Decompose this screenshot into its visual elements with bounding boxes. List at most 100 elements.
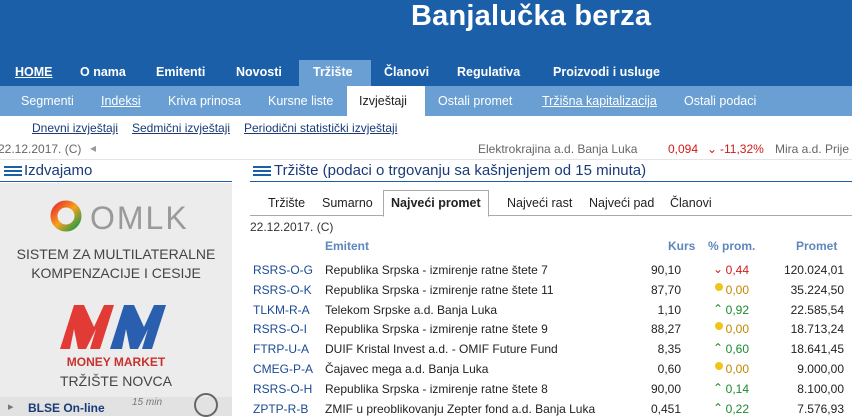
change-percent: 0,00 [725,282,749,297]
turnover-value: 22.585,54 [790,302,844,317]
sub-nav: Segmenti Indeksi Kriva prinosa Kursne li… [0,86,852,116]
sidebar-featured: OMLK SISTEM ZA MULTILATERALNE KOMPENZACI… [0,183,232,417]
clock-icon [194,393,218,417]
subnav-ostali-podaci[interactable]: Ostali podaci [684,94,756,108]
main-nav: HOME O nama Emitenti Novosti Tržište Čla… [0,60,852,86]
subnav-kursne-liste[interactable]: Kursne liste [268,94,333,108]
change-percent: 0,60 [725,342,749,357]
table-row[interactable]: RSRS-O-I Republika Srpska - izmirenje rat… [250,320,852,340]
tab-trziste[interactable]: Tržište [268,196,305,210]
table-row[interactable]: RSRS-O-H Republika Srpska - izmirenje rat… [250,380,852,400]
security-code-link[interactable]: RSRS-O-K [253,283,312,297]
turnover-value: 35.224,50 [790,282,844,297]
nav-novosti[interactable]: Novosti [236,65,282,79]
omlk-caption: SISTEM ZA MULTILATERALNE KOMPENZACIJE I … [16,246,216,281]
table-row[interactable]: CMEG-P-A Čajavec mega a.d. Banja Luka 0,60… [250,360,852,380]
issuer-name: Republika Srpska - izmirenje ratne štete… [325,282,554,297]
price-ticker: 22.12.2017. (C) ◂ Elektrokrajina a.d. Ba… [0,138,852,160]
subnav-indeksi[interactable]: Indeksi [101,94,141,108]
ticker-date: 22.12.2017. (C) [0,142,82,156]
blse-online-label: BLSE On-line [28,401,105,415]
issuer-name: DUIF Kristal Invest a.d. - OMIF Future F… [325,342,558,357]
price-value: 0,60 [657,362,681,376]
money-market-label: MONEY MARKET [66,355,166,369]
change-percent: 0,92 [725,302,749,317]
ticker-item2-name[interactable]: Mira a.d. Prije [775,142,849,156]
down-arrow-icon: ⌄ [713,262,724,276]
change-percent: 0,22 [725,401,749,416]
security-code-link[interactable]: RSRS-O-H [253,382,312,396]
market-title: Tržište (podaci o trgovanju sa kašnjenje… [274,162,647,179]
up-arrow-icon: ⌃ [713,400,724,415]
omlk-logo[interactable]: OMLK [50,199,190,233]
ticker-back-icon[interactable]: ◂ [90,141,96,155]
up-arrow-icon: ⌃ [713,380,724,395]
security-code-link[interactable]: RSRS-O-I [253,322,307,336]
turnover-value: 7.576,93 [797,401,844,416]
col-promet[interactable]: Promet [796,239,837,253]
nav-o-nama[interactable]: O nama [80,65,126,79]
col-kurs[interactable]: Kurs [668,239,695,253]
up-arrow-icon: ⌃ [713,301,724,316]
site-title: Banjalučka berza [411,0,652,32]
security-code-link[interactable]: CMEG-P-A [253,362,313,376]
table-row[interactable]: RSRS-O-K Republika Srpska - izmirenje rat… [250,281,852,301]
security-code-link[interactable]: FTRP-U-A [253,342,309,356]
security-code-link[interactable]: ZPTP-R-B [253,402,308,416]
nav-regulativa[interactable]: Regulativa [457,65,520,79]
col-pct[interactable]: % prom. [708,239,755,253]
subnav-kriva-prinosa[interactable]: Kriva prinosa [168,94,241,108]
up-arrow-icon: ⌃ [713,341,724,356]
report-nav: Dnevni izvještaji Sedmični izvještaji Pe… [0,116,852,138]
table-row[interactable]: TLKM-R-A Telekom Srpske a.d. Banja Luka 1,… [250,301,852,321]
table-row[interactable]: RSRS-O-G Republika Srpska - izmirenje rat… [250,261,852,281]
col-emitent[interactable]: Emitent [325,239,369,253]
change-percent: 0,14 [725,381,749,396]
unchanged-dot-icon [715,322,723,331]
price-value: 88,27 [650,322,681,337]
table-row[interactable]: ZPTP-R-B ZMIF u preoblikovanju Zepter fon… [250,400,852,420]
delay-note: 15 min [132,397,163,408]
subnav-izvjestaji[interactable]: Izvještaji [359,94,407,108]
nav-trziste[interactable]: Tržište [313,65,353,79]
list-icon [4,166,22,178]
ticker-item-name[interactable]: Elektrokrajina a.d. Banja Luka [478,142,637,156]
change-percent: 0,00 [725,362,749,376]
link-periodicni-izvjestaji[interactable]: Periodični statistički izvještaji [244,121,397,135]
nav-clanovi[interactable]: Članovi [384,65,429,79]
security-code-link[interactable]: RSRS-O-G [253,263,313,277]
tab-clanovi[interactable]: Članovi [670,196,712,210]
issuer-name: Republika Srpska - izmirenje ratne štete… [325,322,548,337]
omlk-logo-text: OMLK [90,200,189,233]
link-dnevni-izvjestaji[interactable]: Dnevni izvještaji [32,121,118,135]
blse-online-bar[interactable]: ▸ BLSE On-line 15 min [0,393,232,417]
nav-home[interactable]: HOME [15,65,53,79]
price-value: 90,00 [650,381,681,396]
issuer-name: Čajavec mega a.d. Banja Luka [325,362,489,376]
price-value: 0,451 [650,401,681,416]
nav-proizvodi[interactable]: Proizvodi i usluge [553,65,660,79]
subnav-trzisna-kapitalizacija[interactable]: Tržišna kapitalizacija [542,94,657,108]
turnover-value: 18.713,24 [790,322,844,337]
price-value: 87,70 [650,282,681,297]
link-sedmicni-izvjestaji[interactable]: Sedmični izvještaji [132,121,230,135]
subnav-segmenti[interactable]: Segmenti [21,94,74,108]
nav-emitenti[interactable]: Emitenti [156,65,205,79]
tab-najveci-rast[interactable]: Najveći rast [507,196,572,210]
unchanged-dot-icon [715,282,723,291]
tab-najveci-pad[interactable]: Najveći pad [589,196,654,210]
site-header: Banjalučka berza [0,0,852,60]
change-percent: 0,00 [725,322,749,337]
tab-sumarno[interactable]: Sumarno [322,196,373,210]
play-icon: ▸ [8,401,14,413]
tab-najveci-promet[interactable]: Najveći promet [383,190,489,217]
turnover-value: 9.000,00 [797,362,844,376]
table-row[interactable]: FTRP-U-A DUIF Kristal Invest a.d. - OMIF … [250,340,852,360]
ticker-item-price: 0,094 [668,142,699,156]
money-market-logo[interactable] [58,299,174,359]
subnav-ostali-promet[interactable]: Ostali promet [438,94,512,108]
turnover-value: 8.100,00 [797,381,844,396]
market-title-rule [250,181,852,182]
security-code-link[interactable]: TLKM-R-A [253,303,310,317]
issuer-name: Telekom Srpske a.d. Banja Luka [325,302,498,317]
